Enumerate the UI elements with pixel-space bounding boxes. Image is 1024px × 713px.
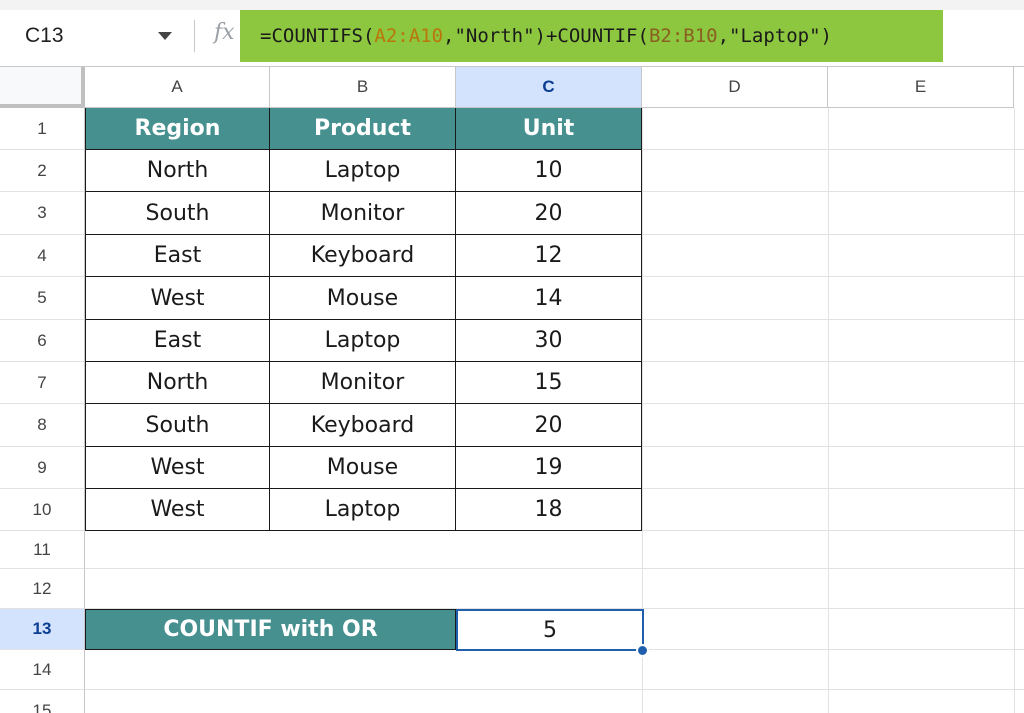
row-header-11[interactable]: 11 [0, 531, 85, 569]
table-cell[interactable]: 30 [456, 320, 642, 362]
table-header-cell[interactable]: Unit [456, 108, 642, 150]
column-header-b[interactable]: B [270, 67, 456, 108]
column-header-c[interactable]: C [456, 67, 642, 108]
row-header-9[interactable]: 9 [0, 447, 85, 489]
select-all-corner[interactable] [0, 67, 85, 108]
name-box-value[interactable]: C13 [25, 24, 64, 48]
row-header-3[interactable]: 3 [0, 192, 85, 235]
table-cell[interactable]: North [85, 150, 270, 192]
column-header-d[interactable]: D [642, 67, 828, 108]
table-cell[interactable]: West [85, 489, 270, 531]
table-cell[interactable]: Monitor [270, 192, 456, 235]
row-header-8[interactable]: 8 [0, 404, 85, 447]
formula-part: =COUNTIFS( [260, 25, 375, 47]
column-gridline [1014, 108, 1015, 713]
formula-range-b: B2:B10 [648, 25, 718, 47]
name-box[interactable]: C13 [0, 10, 192, 62]
row-header-15[interactable]: 15 [0, 690, 85, 713]
row-header-5[interactable]: 5 [0, 277, 85, 320]
table-cell[interactable]: South [85, 192, 270, 235]
table-cell[interactable]: Keyboard [270, 404, 456, 447]
table-cell[interactable]: 20 [456, 404, 642, 447]
row-gridline [85, 568, 1024, 569]
column-header-e[interactable]: E [828, 67, 1014, 108]
table-cell[interactable]: East [85, 235, 270, 277]
fx-icon: fx [214, 20, 235, 45]
row-header-6[interactable]: 6 [0, 320, 85, 362]
row-header-1[interactable]: 1 [0, 108, 85, 150]
row-header-4[interactable]: 4 [0, 235, 85, 277]
column-gridline [828, 108, 829, 713]
fill-handle[interactable] [636, 644, 649, 657]
table-cell[interactable]: West [85, 447, 270, 489]
top-strip-overlay [0, 0, 1024, 10]
table-cell[interactable]: Mouse [270, 277, 456, 320]
selected-cell-c13[interactable]: 5 [456, 609, 644, 651]
row-header-2[interactable]: 2 [0, 150, 85, 192]
table-cell[interactable]: 20 [456, 192, 642, 235]
summary-label-cell[interactable]: COUNTIF with OR [85, 609, 456, 650]
table-cell[interactable]: Monitor [270, 362, 456, 404]
table-cell[interactable]: South [85, 404, 270, 447]
table-header-cell[interactable]: Product [270, 108, 456, 150]
table-cell[interactable]: 12 [456, 235, 642, 277]
formula-input[interactable]: =COUNTIFS(A2:A10,"North")+COUNTIF(B2:B10… [240, 10, 943, 62]
row-header-13[interactable]: 13 [0, 609, 85, 650]
table-cell[interactable]: 14 [456, 277, 642, 320]
formula-bar-divider [194, 20, 195, 52]
chevron-down-icon[interactable] [158, 32, 172, 40]
row-header-14[interactable]: 14 [0, 650, 85, 690]
table-cell[interactable]: Keyboard [270, 235, 456, 277]
table-cell[interactable]: Mouse [270, 447, 456, 489]
table-cell[interactable]: Laptop [270, 320, 456, 362]
table-cell[interactable]: 18 [456, 489, 642, 531]
formula-part: ,"North")+COUNTIF( [443, 25, 649, 47]
table-cell[interactable]: North [85, 362, 270, 404]
table-cell[interactable]: 10 [456, 150, 642, 192]
table-cell[interactable]: Laptop [270, 489, 456, 531]
row-gridline [85, 689, 1024, 690]
formula-text[interactable]: =COUNTIFS(A2:A10,"North")+COUNTIF(B2:B10… [260, 25, 832, 47]
table-cell[interactable]: West [85, 277, 270, 320]
table-cell[interactable]: Laptop [270, 150, 456, 192]
row-header-10[interactable]: 10 [0, 489, 85, 531]
formula-range-a: A2:A10 [374, 25, 444, 47]
table-cell[interactable]: 19 [456, 447, 642, 489]
table-header-cell[interactable]: Region [85, 108, 270, 150]
table-cell[interactable]: East [85, 320, 270, 362]
table-cell[interactable]: 15 [456, 362, 642, 404]
row-header-7[interactable]: 7 [0, 362, 85, 404]
formula-part: ,"Laptop") [717, 25, 832, 47]
row-header-12[interactable]: 12 [0, 569, 85, 609]
column-header-a[interactable]: A [85, 67, 270, 108]
